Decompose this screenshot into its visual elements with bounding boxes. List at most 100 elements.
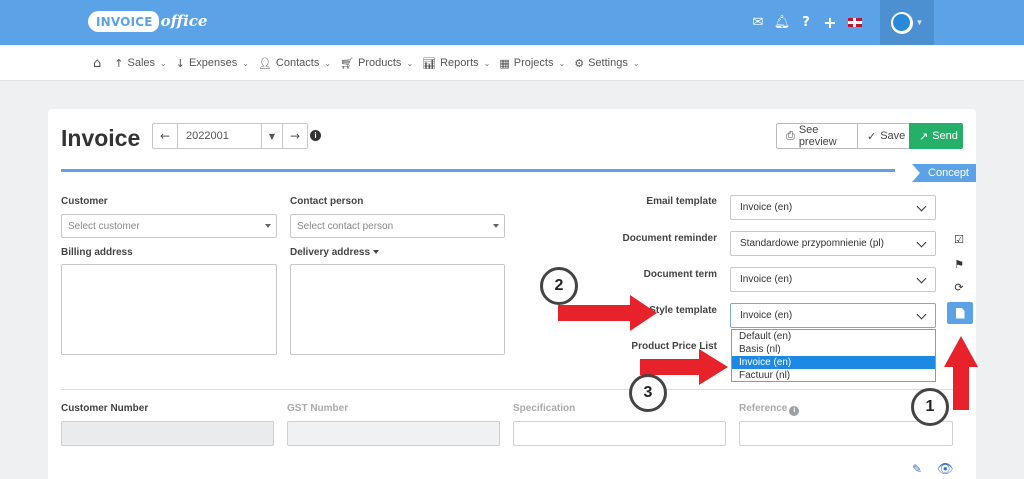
check-circle-icon: ✓ xyxy=(867,129,877,143)
delivery-address-label[interactable]: Delivery address xyxy=(290,247,380,258)
invoice-number-select[interactable]: 2022001 xyxy=(178,124,262,148)
product-price-list-label: Product Price List xyxy=(631,341,717,352)
arrow-right-icon: → xyxy=(289,129,301,143)
bell-icon[interactable]: 🔔︎ xyxy=(770,15,794,30)
header-divider xyxy=(61,169,895,172)
reference-field[interactable] xyxy=(739,421,953,446)
contact-person-select[interactable]: Select contact person xyxy=(290,214,505,238)
reference-text: Reference xyxy=(739,403,788,414)
style-option-default[interactable]: Default (en) xyxy=(732,330,935,343)
calendar-icon: ▦ xyxy=(499,56,510,70)
info-icon[interactable]: i xyxy=(310,130,321,141)
document-term-label: Document term xyxy=(643,269,717,280)
document-term-select[interactable]: Invoice (en) xyxy=(730,267,936,292)
chevron-down-icon: ⌄ xyxy=(406,58,414,68)
flag-icon[interactable]: ⚑ xyxy=(952,258,966,271)
chevron-down-icon: ⌄ xyxy=(558,58,566,68)
arrow-up-icon: ↑ xyxy=(114,56,124,70)
section-divider xyxy=(61,389,953,390)
billing-address-field[interactable] xyxy=(61,264,277,355)
nav-settings[interactable]: ⚙ Settings ⌄ xyxy=(574,57,639,70)
annotation-step-2: 2 xyxy=(540,267,578,305)
invoiceoffice-logo[interactable]: INVOICE office xyxy=(88,8,207,34)
style-option-basis[interactable]: Basis (nl) xyxy=(732,343,935,356)
customer-number-field xyxy=(61,421,274,446)
contact-placeholder: Select contact person xyxy=(297,220,394,232)
calendar-check-icon[interactable]: ☑ xyxy=(952,233,966,246)
invoice-number-dropdown[interactable]: ▼ xyxy=(262,124,282,148)
mail-icon[interactable]: ✉ xyxy=(746,15,770,30)
chevron-down-icon: ⌄ xyxy=(324,58,332,68)
customer-select[interactable]: Select customer xyxy=(61,214,277,238)
caret-down-icon: ▼ xyxy=(268,131,276,141)
invoice-number-group: ← 2022001 ▼ → xyxy=(152,123,308,149)
help-icon[interactable]: ? xyxy=(794,15,818,30)
plus-icon[interactable]: + xyxy=(818,13,842,32)
caret-down-icon xyxy=(265,224,271,228)
user-menu[interactable]: ▼ xyxy=(880,0,934,45)
save-label: Save xyxy=(880,130,906,142)
see-preview-label: See preview xyxy=(798,124,837,148)
specification-label: Specification xyxy=(513,403,576,414)
gst-number-field xyxy=(287,421,500,446)
next-invoice-button[interactable]: → xyxy=(282,124,307,148)
nav-sales[interactable]: ↑ Sales ⌄ xyxy=(114,57,166,70)
pencil-icon[interactable]: ✎ xyxy=(912,462,922,476)
document-reminder-select[interactable]: Standardowe przypomnienie (pl) xyxy=(730,231,936,256)
save-button[interactable]: ✓ Save xyxy=(857,123,910,149)
document-reminder-label: Document reminder xyxy=(622,233,717,244)
home-icon: ⌂ xyxy=(93,55,102,71)
caret-down-icon xyxy=(493,224,499,228)
style-option-invoice[interactable]: Invoice (en) xyxy=(732,356,935,369)
chevron-down-icon: ▼ xyxy=(915,18,924,27)
customer-label: Customer xyxy=(61,196,108,207)
chevron-down-icon: ⌄ xyxy=(632,58,640,68)
prev-invoice-button[interactable]: ← xyxy=(153,124,178,148)
style-template-label: Style template xyxy=(649,305,717,316)
nav-products[interactable]: 🛒︎ Products ⌄ xyxy=(340,57,413,70)
refresh-icon[interactable]: ⟳ xyxy=(952,281,966,294)
nav-label: Settings xyxy=(588,57,628,69)
logo-cloud: INVOICE xyxy=(88,10,159,32)
send-label: Send xyxy=(932,130,958,142)
style-template-toggle-button[interactable] xyxy=(947,302,973,324)
top-bar: INVOICE office ✉ 🔔︎ ? + ▼ xyxy=(0,0,1024,45)
style-template-select[interactable]: Invoice (en) xyxy=(730,303,936,328)
chevron-down-icon: ⌄ xyxy=(242,58,249,68)
chevron-down-icon xyxy=(916,201,927,212)
nav-label: Products xyxy=(358,57,402,69)
nav-home[interactable]: ⌂ xyxy=(93,56,105,71)
arrow-left-icon: ← xyxy=(159,129,171,143)
chevron-down-icon xyxy=(916,309,927,320)
specification-field[interactable] xyxy=(513,421,726,446)
nav-label: Expenses xyxy=(188,57,238,69)
document-term-value: Invoice (en) xyxy=(740,274,793,285)
nav-projects[interactable]: ▦ Projects ⌄ xyxy=(499,57,565,70)
gst-number-label: GST Number xyxy=(287,403,349,414)
document-icon xyxy=(955,307,965,319)
send-button[interactable]: ↗ Send xyxy=(909,123,963,149)
external-link-icon: ↗ xyxy=(919,129,929,143)
avatar-icon xyxy=(890,11,913,34)
logo-office: office xyxy=(160,12,208,30)
status-badge: Concept xyxy=(912,164,976,182)
bar-chart-icon: 📊︎ xyxy=(422,56,437,70)
style-option-factuur[interactable]: Factuur (nl) xyxy=(732,369,935,382)
user-icon: 👤︎ xyxy=(257,56,272,70)
reference-label: Reference i xyxy=(739,403,800,416)
email-template-select[interactable]: Invoice (en) xyxy=(730,195,936,220)
nav-reports[interactable]: 📊︎ Reports ⌄ xyxy=(422,57,490,70)
see-preview-button[interactable]: ⎙ See preview xyxy=(776,123,858,149)
nav-label: Contacts xyxy=(275,57,320,69)
chevron-down-icon: ⌄ xyxy=(160,58,167,68)
uk-flag-icon[interactable] xyxy=(848,18,862,27)
cart-icon: 🛒︎ xyxy=(340,56,355,70)
chevron-down-icon: ⌄ xyxy=(483,58,491,68)
page-title: Invoice xyxy=(61,125,141,151)
nav-contacts[interactable]: 👤︎ Contacts ⌄ xyxy=(258,57,331,70)
eye-icon[interactable]: 👁︎ xyxy=(937,462,954,477)
delivery-address-field[interactable] xyxy=(290,264,505,355)
info-icon[interactable]: i xyxy=(789,406,800,416)
nav-label: Projects xyxy=(513,57,554,69)
nav-expenses[interactable]: ↓ Expenses ⌄ xyxy=(176,57,249,70)
